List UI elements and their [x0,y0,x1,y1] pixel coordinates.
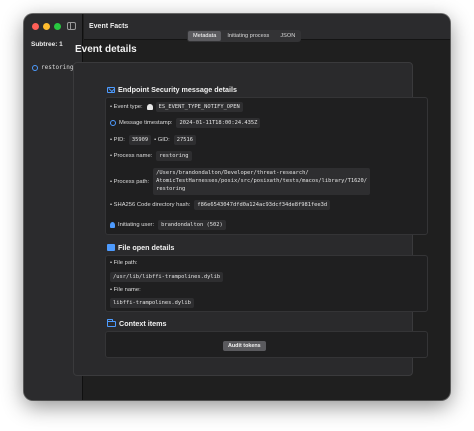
sidebar-item-restoring[interactable]: restoring [32,64,74,71]
tray-icon [107,244,115,251]
timestamp-row: Message timestamp: 2024-01-11T18:00:24.4… [110,118,261,128]
initiating-user-row: Initiating user: brandondalton (502) [110,220,226,230]
initiating-user-label: Initiating user: [118,222,155,228]
file-name-label-row: • File name: [110,287,145,293]
sha-label: • SHA256 Code directory hash: [110,202,191,208]
sha-value: f86e6543047dfd0a124ac93dcf34de8f981fee3d [194,200,331,210]
person-icon [110,222,115,228]
folder-icon [107,318,116,327]
pid-value: 35909 [128,135,152,145]
circle-icon [32,64,38,71]
pid-gid-row: • PID: 35909 • GID: 27516 [110,135,196,145]
file-path-value-row: /usr/lib/libffi-trampolines.dylib [110,272,224,282]
section-title-text: Endpoint Security message details [118,85,238,94]
segmented-tabs: Metadata Initiating process JSON [187,30,302,42]
close-window-button[interactable] [32,23,39,30]
zoom-window-button[interactable] [54,23,61,30]
event-type-label: • Event type: [110,104,143,110]
process-path-row: • Process path: /Users/brandondalton/Dev… [110,168,371,196]
process-path-value: /Users/brandondalton/Developer/threat-re… [153,168,371,196]
file-path-value: /usr/lib/libffi-trampolines.dylib [110,272,224,282]
page-title: Event details [75,44,137,55]
section-title-text: File open details [118,243,175,252]
audit-tokens-button[interactable]: Audit tokens [223,341,266,351]
file-path-label-row: • File path: [110,260,141,266]
bell-icon [146,104,153,110]
process-name-value: restoring [156,151,192,161]
file-open-group: • File path: /usr/lib/libffi-trampolines… [105,255,428,312]
sidebar-item-label: restoring [41,64,74,71]
context-section-title: Context items [107,318,167,328]
subtree-label: Subtree: 1 [31,41,63,48]
file-open-section-title: File open details [107,243,174,252]
timestamp-value: 2024-01-11T18:00:24.435Z [176,118,261,128]
event-type-value: ES_EVENT_TYPE_NOTIFY_OPEN [155,102,243,112]
file-name-value-row: libffi-trampolines.dylib [110,298,194,308]
es-message-group: • Event type: ES_EVENT_TYPE_NOTIFY_OPEN … [105,97,428,235]
es-message-section-title: Endpoint Security message details [107,85,237,94]
process-name-row: • Process name: restoring [110,151,192,161]
envelope-icon [107,86,115,93]
tab-json[interactable]: JSON [275,31,300,41]
process-name-label: • Process name: [110,153,153,159]
window-title: Event Facts [89,23,129,30]
sidebar-toggle-icon[interactable] [67,22,76,30]
minimize-window-button[interactable] [43,23,50,30]
clock-icon [110,120,116,126]
file-path-label: • File path: [110,260,138,266]
pid-label: • PID: [110,137,125,143]
timestamp-label: Message timestamp: [119,120,173,126]
context-group [105,331,428,358]
gid-value: 27516 [173,135,196,145]
file-name-value: libffi-trampolines.dylib [110,298,194,308]
tab-initiating-process[interactable]: Initiating process [222,31,274,41]
window-controls [32,23,61,30]
event-type-row: • Event type: ES_EVENT_TYPE_NOTIFY_OPEN [110,102,243,112]
file-name-label: • File name: [110,287,141,293]
tab-metadata[interactable]: Metadata [188,31,222,41]
gid-label: • GID: [154,137,170,143]
section-title-text: Context items [119,319,167,328]
process-path-label: • Process path: [110,178,150,185]
initiating-user-value: brandondalton (502) [158,220,226,230]
sha-row: • SHA256 Code directory hash: f86e654304… [110,200,331,210]
